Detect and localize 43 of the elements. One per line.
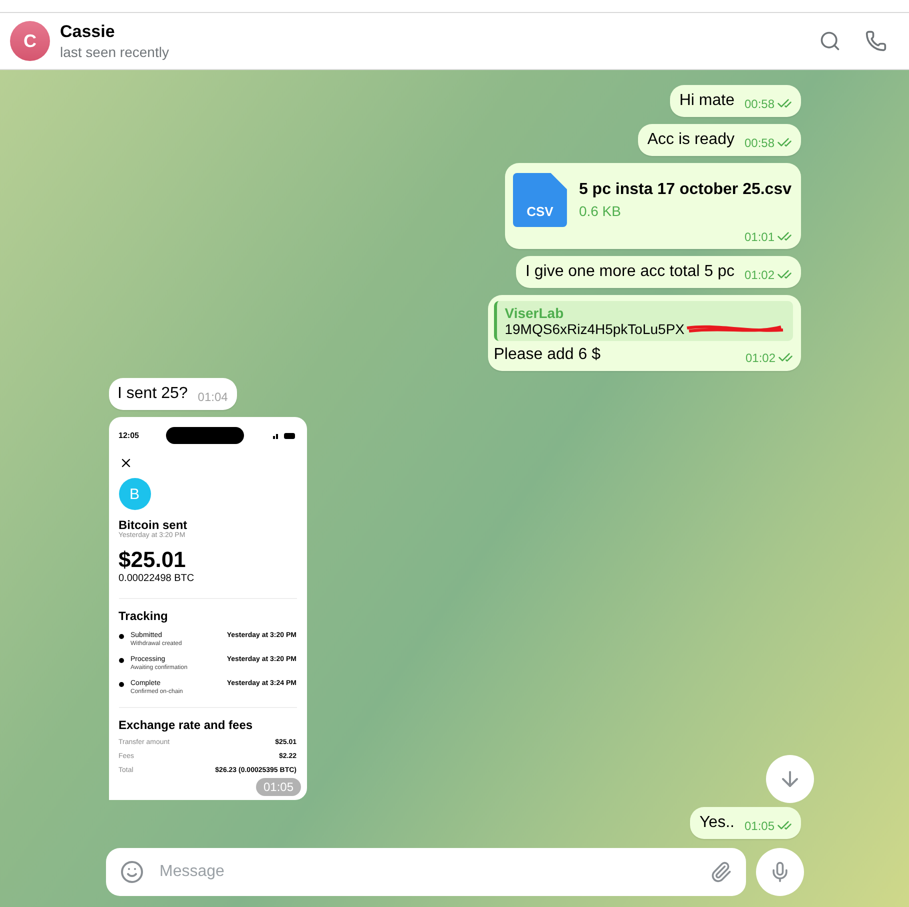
coin-icon: B bbox=[118, 478, 150, 510]
scroll-down-button[interactable] bbox=[766, 755, 814, 803]
contact-name: Cassie bbox=[60, 22, 116, 42]
file-size: 0.6 KB bbox=[578, 203, 622, 219]
message-field[interactable]: Message bbox=[106, 848, 746, 896]
message-time: 01:01 bbox=[744, 230, 774, 244]
emoji-icon[interactable] bbox=[120, 860, 144, 884]
message-input[interactable]: Message bbox=[158, 862, 696, 882]
paperclip-icon[interactable] bbox=[710, 861, 732, 883]
file-name: 5 pc insta 17 october 25.csv bbox=[578, 181, 792, 199]
phone-clock: 12:05 bbox=[118, 431, 139, 440]
battery-icon bbox=[270, 430, 296, 440]
screenshot-heading: Tracking bbox=[118, 609, 169, 623]
message-time: 01:05 bbox=[256, 778, 300, 796]
phone-icon[interactable] bbox=[865, 30, 887, 52]
message-text: Yes.. bbox=[699, 813, 734, 833]
file-message[interactable]: CSV 5 pc insta 17 october 25.csv 0.6 KB 01:01 bbox=[504, 163, 800, 249]
screenshot-title: Bitcoin sent bbox=[118, 518, 188, 532]
screenshot-btc-amount: 0.00022498 BTC bbox=[118, 573, 196, 584]
quote-author: ViserLab bbox=[504, 305, 565, 321]
timeline-dot bbox=[118, 634, 124, 639]
quoted-message[interactable]: ViserLab 19MQS6xRiz4H5pkToLu5PX bbox=[494, 301, 792, 341]
timeline-dot bbox=[118, 682, 124, 687]
message-text: Acc is ready bbox=[647, 130, 734, 150]
microphone-button[interactable] bbox=[756, 848, 804, 896]
screenshot-amount: $25.01 bbox=[118, 547, 187, 573]
message-time: 01:02 bbox=[744, 268, 774, 282]
message-time: 00:58 bbox=[744, 136, 774, 150]
search-icon[interactable] bbox=[819, 30, 841, 52]
message-time: 01:02 bbox=[745, 350, 776, 364]
quote-text: 19MQS6xRiz4H5pkToLu5PX bbox=[504, 321, 684, 337]
message-text: Hi mate bbox=[679, 91, 734, 111]
timeline-dot bbox=[118, 658, 124, 663]
message-text: Please add 6 $ bbox=[494, 345, 600, 365]
screenshot-heading: Exchange rate and fees bbox=[118, 718, 254, 732]
message-time: 01:05 bbox=[744, 818, 774, 832]
message-time: 01:04 bbox=[198, 390, 228, 404]
message-text: I give one more acc total 5 pc bbox=[525, 262, 734, 282]
file-icon: CSV bbox=[512, 173, 567, 227]
message-time: 00:58 bbox=[744, 96, 774, 110]
screenshot-image[interactable] bbox=[108, 417, 306, 800]
contact-status: last seen recently bbox=[60, 44, 170, 60]
message-text: I sent 25? bbox=[118, 384, 188, 404]
